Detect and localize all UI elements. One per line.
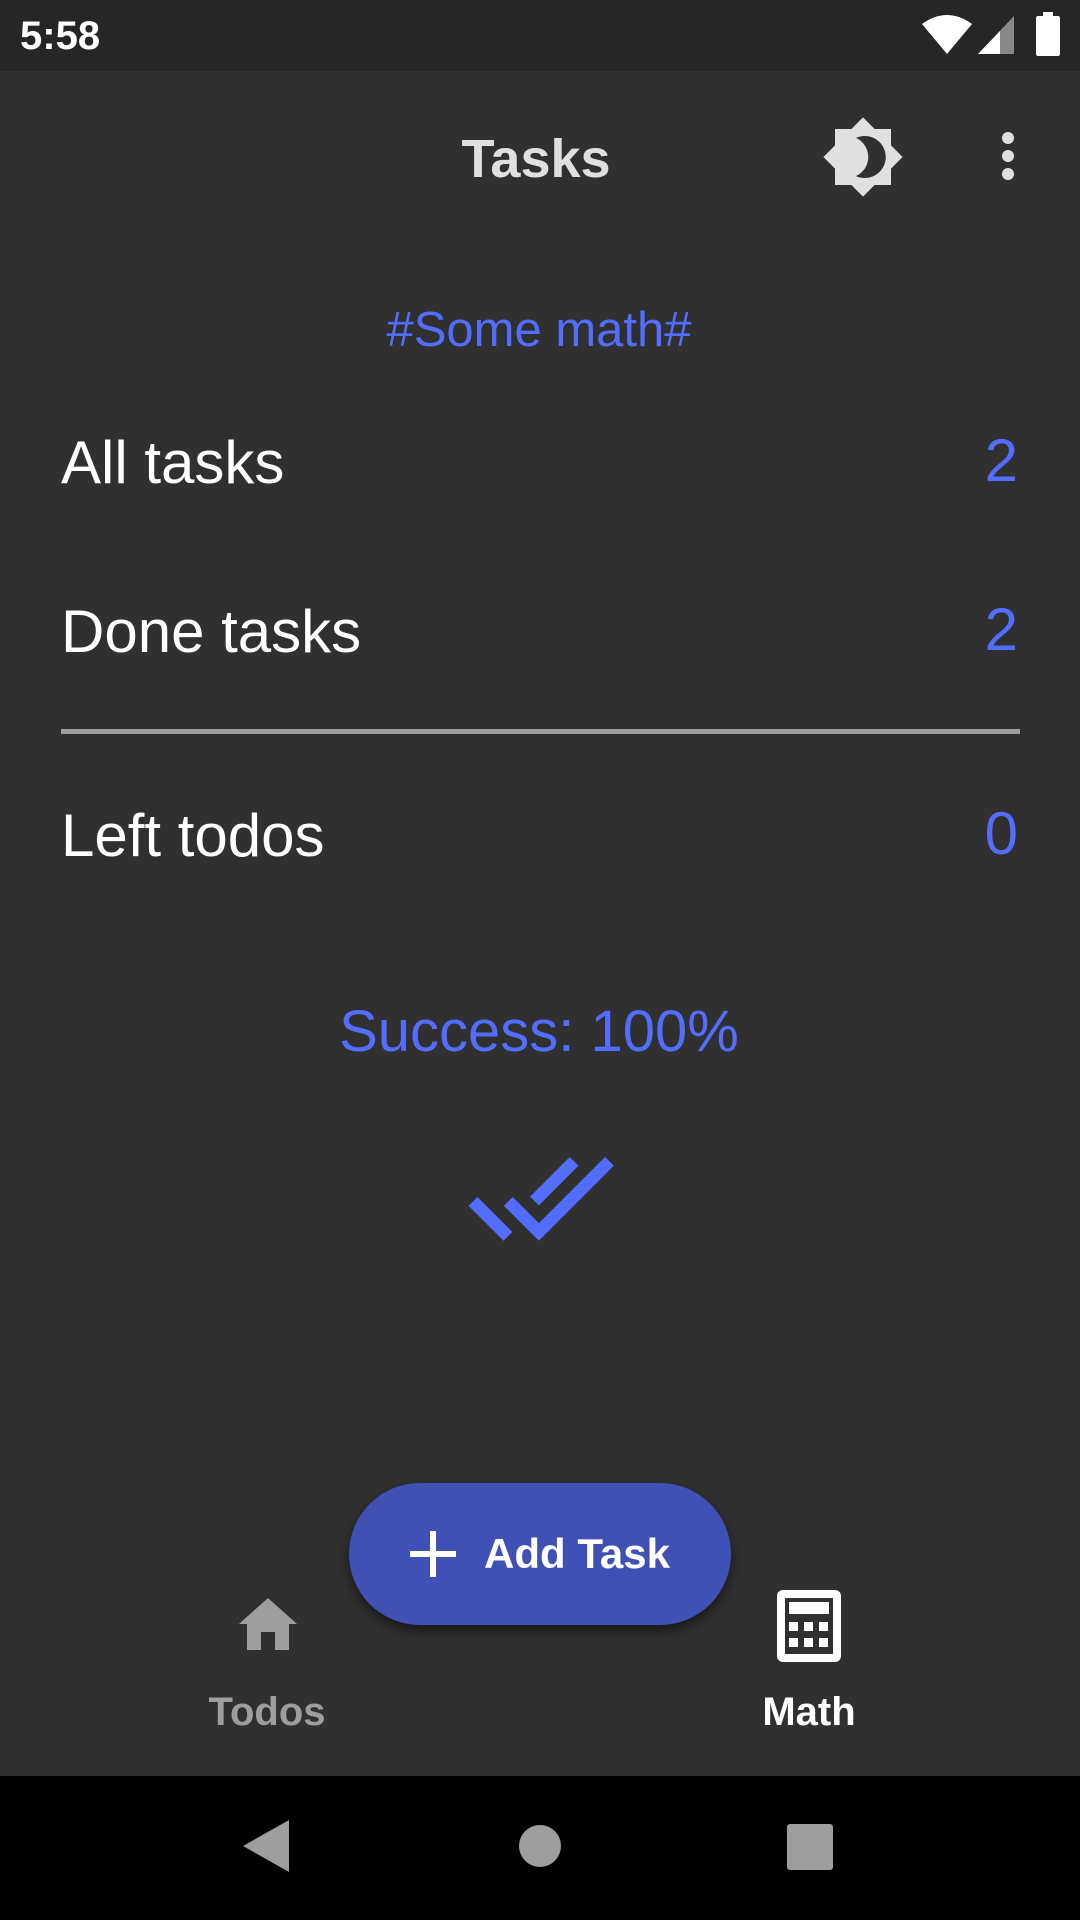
plus-icon: [410, 1531, 457, 1577]
done-all-icon: [468, 1156, 614, 1241]
left-todos-label: Left todos: [61, 802, 325, 869]
system-nav-bar: [0, 1776, 1080, 1920]
page-title: Tasks: [461, 129, 611, 189]
calculator-icon: [777, 1590, 841, 1662]
section-subtitle: #Some math#: [386, 303, 692, 357]
status-bar: 5:58: [0, 0, 1080, 71]
home-button-icon[interactable]: [518, 1824, 562, 1868]
signal-icon: [978, 16, 1014, 54]
home-icon: [239, 1598, 297, 1650]
more-vert-icon[interactable]: [986, 114, 1030, 198]
add-task-button[interactable]: Add Task: [349, 1483, 731, 1625]
battery-icon: [1036, 12, 1060, 56]
nav-label-math: Math: [762, 1690, 856, 1734]
brightness-icon[interactable]: [821, 115, 905, 199]
nav-item-math[interactable]: Math: [689, 1580, 929, 1750]
status-time: 5:58: [20, 14, 101, 58]
success-rate: Success: 100%: [339, 999, 739, 1064]
wifi-icon: [922, 15, 972, 54]
back-icon[interactable]: [243, 1820, 289, 1872]
nav-item-todos[interactable]: Todos: [147, 1580, 387, 1750]
done-tasks-value: 2: [984, 596, 1018, 663]
all-tasks-value: 2: [984, 427, 1018, 494]
left-todos-value: 0: [984, 800, 1018, 867]
nav-label-todos: Todos: [208, 1690, 326, 1734]
done-tasks-label: Done tasks: [61, 598, 362, 665]
divider: [61, 729, 1020, 734]
recents-icon[interactable]: [787, 1824, 833, 1870]
add-task-label: Add Task: [484, 1530, 670, 1577]
all-tasks-label: All tasks: [61, 429, 285, 496]
